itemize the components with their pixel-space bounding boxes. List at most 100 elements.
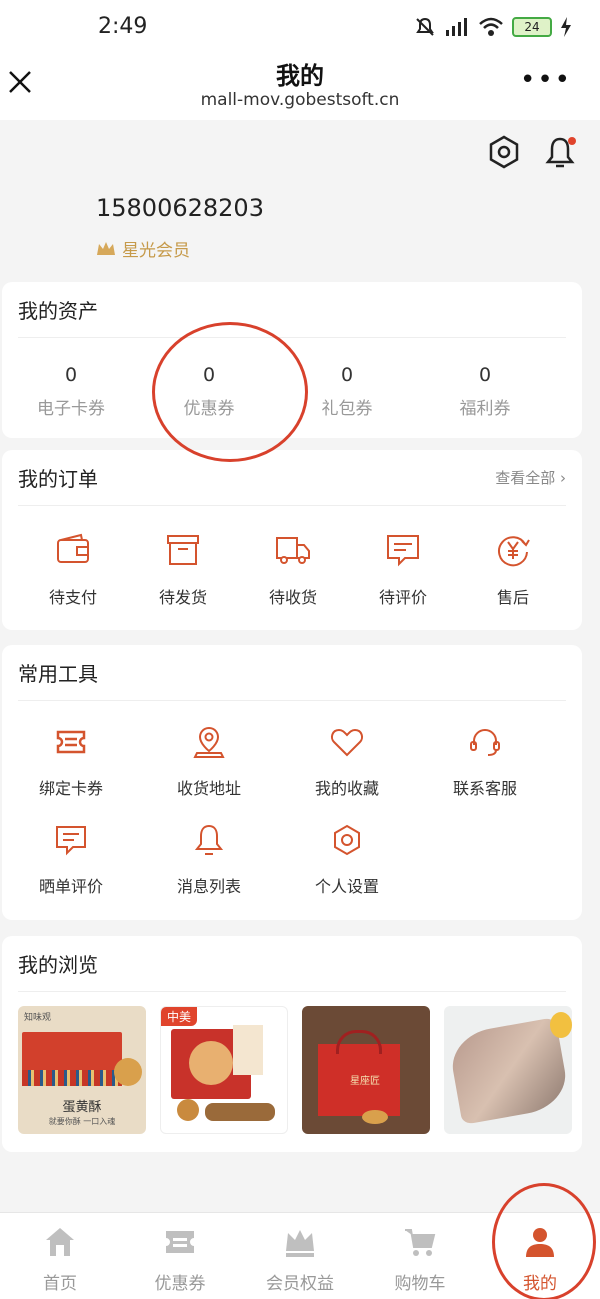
tool-messages[interactable]: 消息列表 (140, 823, 278, 921)
tool-address[interactable]: 收货地址 (140, 725, 278, 823)
order-pending-shipment[interactable]: 待发货 (128, 532, 238, 608)
bag-handle (336, 1030, 382, 1054)
order-label: 待评价 (378, 588, 427, 607)
order-after-sales[interactable]: 售后 (458, 532, 568, 608)
mute-icon (416, 17, 434, 36)
battery-icon: 24 (512, 17, 552, 37)
browse-item-mooncake-box[interactable]: 中美 (160, 1006, 288, 1134)
mooncake-image (177, 1099, 199, 1121)
browse-item-dried-fish[interactable] (444, 1006, 572, 1134)
assets-title: 我的资产 (18, 299, 98, 323)
tab-mine[interactable]: 我的 (480, 1213, 600, 1299)
cart-icon (405, 1229, 436, 1256)
chevron-right-icon: › (560, 469, 566, 487)
lemon-image (550, 1012, 572, 1038)
browse-item-gift-bag[interactable]: 星座匠 (302, 1006, 430, 1134)
asset-value: 0 (478, 364, 492, 386)
tool-personal-settings[interactable]: 个人设置 (278, 823, 416, 921)
comment-icon (56, 826, 86, 856)
pastry-image (362, 1110, 388, 1124)
browse-item-egg-yolk-pastry[interactable]: 知味观 蛋黄酥 就要你酥 一口入魂 (18, 1006, 146, 1134)
bell-icon (194, 824, 224, 855)
settings-icon (334, 824, 360, 856)
tools-card: 常用工具 绑定卡券 收货地址 我的收藏 联系客服 晒单评价 消息列表 个人设置 (2, 645, 582, 920)
pastry-image (114, 1058, 142, 1086)
order-pending-receipt[interactable]: 待收货 (238, 532, 348, 608)
yen-refund-icon (498, 536, 530, 567)
browse-title: 我的浏览 (18, 953, 98, 977)
tab-label: 首页 (43, 1274, 77, 1294)
status-time: 2:49 (98, 14, 148, 39)
heart-icon (330, 728, 364, 757)
tool-bind-coupon[interactable]: 绑定卡券 (2, 725, 140, 823)
asset-coupon[interactable]: 0 优惠券 (140, 364, 278, 419)
order-label: 待支付 (48, 588, 97, 607)
wifi-icon (479, 17, 503, 36)
comment-icon (387, 535, 419, 567)
tool-label: 收货地址 (176, 779, 241, 798)
tool-label: 消息列表 (176, 877, 241, 896)
signal-icon (446, 18, 467, 36)
profile-header: 15800628203 星光会员 (0, 120, 600, 280)
bottom-tab-bar: 首页 优惠券 会员权益 购物车 我的 (0, 1212, 600, 1299)
product-label-card (233, 1025, 263, 1075)
location-icon (193, 726, 225, 758)
truck-icon (276, 537, 310, 564)
tool-customer-service[interactable]: 联系客服 (416, 725, 554, 823)
more-menu-icon[interactable]: ••• (520, 67, 572, 93)
tool-label: 联系客服 (452, 779, 517, 798)
page-title: 我的 (276, 62, 324, 90)
tool-favorites[interactable]: 我的收藏 (278, 725, 416, 823)
charging-icon (561, 17, 571, 37)
tool-label: 我的收藏 (314, 779, 379, 798)
tool-label: 个人设置 (314, 877, 379, 896)
asset-welfare[interactable]: 0 福利券 (416, 364, 554, 419)
orders-card: 我的订单 查看全部 › 待支付 待发货 待收货 待评价 售后 (2, 450, 582, 630)
status-bar: 2:49 24 (0, 0, 600, 56)
member-badge[interactable]: 星光会员 (96, 236, 190, 261)
order-pending-payment[interactable]: 待支付 (18, 532, 128, 608)
crown-icon (97, 241, 115, 255)
page-url: mall-mov.gobestsoft.cn (200, 90, 400, 110)
product-pattern (22, 1070, 122, 1086)
tab-label: 优惠券 (154, 1274, 206, 1294)
tab-coupon[interactable]: 优惠券 (120, 1213, 240, 1299)
tab-cart[interactable]: 购物车 (360, 1213, 480, 1299)
tab-home[interactable]: 首页 (0, 1213, 120, 1299)
headset-icon (470, 729, 500, 756)
product-badge: 中美 (161, 1007, 198, 1026)
user-phone: 15800628203 (96, 194, 264, 222)
order-pending-review[interactable]: 待评价 (348, 532, 458, 608)
bell-icon[interactable] (542, 134, 578, 170)
tool-label: 晒单评价 (38, 877, 103, 896)
asset-value: 0 (202, 364, 216, 386)
tool-label: 绑定卡券 (38, 779, 103, 798)
asset-label: 电子卡券 (37, 399, 105, 419)
order-label: 待发货 (158, 588, 207, 607)
orders-title: 我的订单 (18, 467, 98, 491)
member-level: 星光会员 (122, 241, 190, 261)
product-subcaption: 就要你酥 一口入魂 (48, 1117, 116, 1126)
order-label: 待收货 (268, 588, 317, 607)
tab-member-benefits[interactable]: 会员权益 (240, 1213, 360, 1299)
asset-e-card[interactable]: 0 电子卡券 (2, 364, 140, 419)
product-caption: 星座匠 (350, 1076, 380, 1087)
product-brand: 知味观 (24, 1013, 52, 1023)
tool-review[interactable]: 晒单评价 (2, 823, 140, 921)
view-all-label: 查看全部 (495, 469, 556, 487)
asset-label: 福利券 (459, 399, 511, 419)
box-icon (167, 535, 199, 565)
asset-label: 优惠券 (183, 399, 235, 419)
view-all-orders-link[interactable]: 查看全部 › (495, 467, 566, 488)
tab-label: 我的 (523, 1274, 557, 1294)
order-label: 售后 (496, 588, 529, 607)
asset-gift[interactable]: 0 礼包券 (278, 364, 416, 419)
tab-label: 购物车 (394, 1274, 446, 1294)
tools-title: 常用工具 (18, 662, 98, 686)
asset-label: 礼包券 (321, 399, 373, 419)
ticket-icon (56, 730, 86, 754)
crown-icon (286, 1230, 314, 1257)
settings-icon[interactable] (486, 134, 522, 170)
tab-label: 会员权益 (266, 1274, 334, 1294)
product-box-pattern (189, 1041, 233, 1085)
